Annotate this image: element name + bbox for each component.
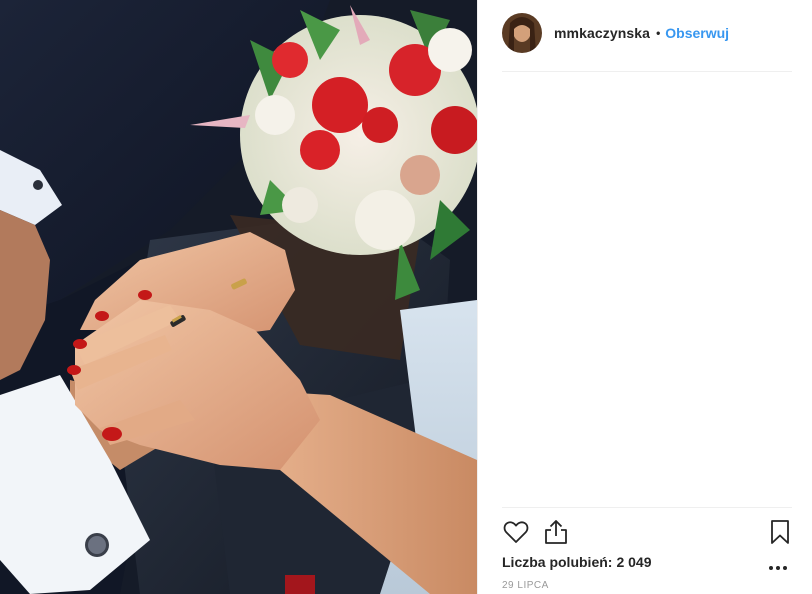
likes-label: Liczba polubień:	[502, 554, 613, 570]
more-options-icon[interactable]	[768, 560, 788, 570]
action-bar	[502, 518, 794, 546]
avatar[interactable]	[502, 13, 542, 53]
separator-dot: •	[656, 26, 661, 40]
header-divider	[502, 71, 792, 72]
bookmark-icon[interactable]	[766, 518, 794, 546]
username-link[interactable]: mmkaczynska	[554, 25, 650, 41]
share-icon[interactable]	[542, 518, 570, 546]
wedding-hands-photo	[0, 0, 477, 594]
follow-button[interactable]: Obserwuj	[665, 25, 729, 41]
likes-number: 2 049	[616, 554, 652, 570]
post-date[interactable]: 29 LIPCA	[502, 580, 549, 591]
likes-count[interactable]: Liczba polubień: 2 049	[502, 554, 652, 570]
post-photo[interactable]	[0, 0, 477, 594]
heart-icon[interactable]	[502, 518, 530, 546]
comments-divider	[502, 507, 792, 508]
post-side-panel: mmkaczynska • Obserwuj Liczba polubień: 2…	[477, 0, 812, 594]
post-header: mmkaczynska • Obserwuj	[502, 12, 729, 54]
